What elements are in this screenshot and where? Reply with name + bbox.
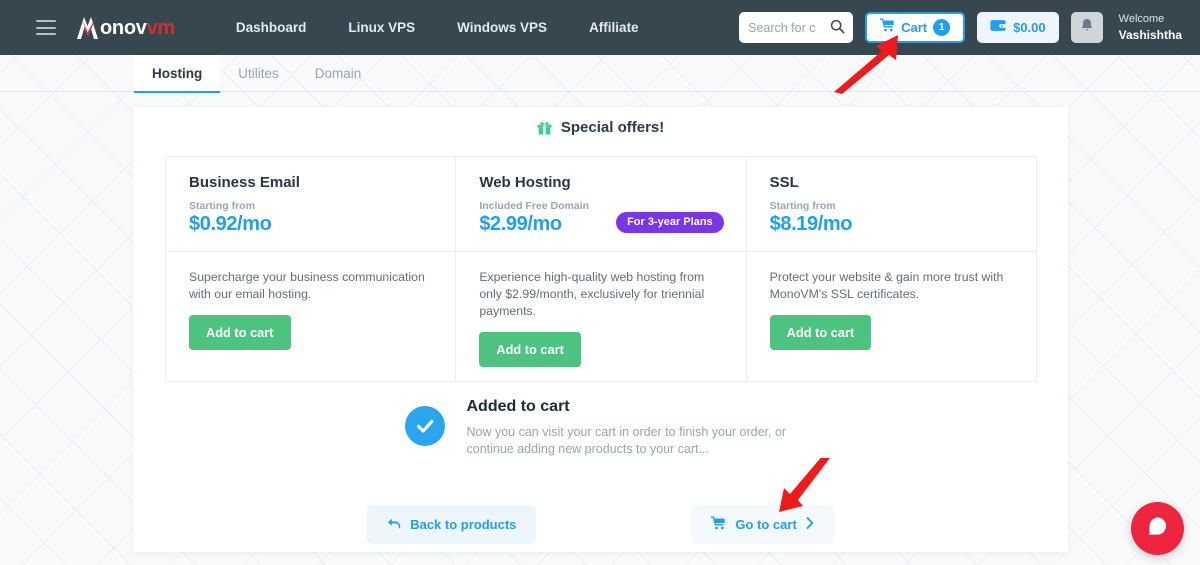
welcome-greeting: Welcome (1118, 13, 1165, 25)
added-to-cart-description: Now you can visit your cart in order to … (466, 425, 787, 456)
go-to-cart-button[interactable]: Go to cart (691, 505, 834, 544)
wallet-balance-button[interactable]: $0.00 (977, 12, 1059, 43)
check-circle-icon (404, 406, 445, 446)
special-offers-title: Special offers! (560, 119, 665, 136)
gift-icon (537, 122, 556, 139)
nav-item-dashboard[interactable]: Dashboard (215, 0, 328, 55)
user-welcome[interactable]: Welcome Vashishtha (1119, 13, 1182, 42)
product-cards-row: Business Email Starting from $0.92/mo Su… (165, 156, 1037, 382)
shopping-cart-icon (710, 516, 726, 533)
main-content-panel: Special offers! Business Email Starting … (133, 107, 1068, 552)
cart-label: Cart (901, 20, 928, 35)
product-card-web-hosting: Web Hosting Included Free Domain $2.99/m… (456, 157, 747, 381)
back-to-products-label: Back to products (410, 517, 517, 532)
tab-hosting[interactable]: Hosting (134, 55, 221, 93)
notifications-button[interactable] (1070, 12, 1103, 43)
product-description: Protect your website & gain more trust w… (769, 270, 1004, 301)
chat-bubble-icon (1147, 516, 1168, 542)
product-card-business-email: Business Email Starting from $0.92/mo Su… (166, 157, 457, 381)
monovm-logo[interactable]: onovvm (74, 13, 175, 43)
add-to-cart-button-web-hosting[interactable]: Add to cart (479, 332, 581, 367)
shopping-cart-icon (879, 18, 895, 37)
wallet-amount: $0.00 (1013, 20, 1046, 35)
product-card-header: Business Email Starting from $0.92/mo (166, 157, 456, 252)
tab-domain[interactable]: Domain (297, 55, 380, 92)
product-sublabel: Starting from (769, 200, 836, 212)
bell-icon (1080, 18, 1094, 38)
monovm-logo-text: onovvm (100, 15, 175, 41)
product-card-body: Protect your website & gain more trust w… (747, 252, 1036, 350)
cart-button[interactable]: Cart 1 (865, 12, 966, 43)
back-to-products-button[interactable]: Back to products (367, 505, 537, 544)
top-header: onovvm Dashboard Linux VPS Windows VPS A… (0, 0, 1200, 55)
product-price: $0.92/mo (189, 213, 272, 235)
product-sublabel: Included Free Domain (479, 200, 590, 212)
product-plan-badge: For 3-year Plans (616, 212, 724, 233)
product-card-body: Supercharge your business communication … (166, 252, 455, 350)
nav-item-affiliate[interactable]: Affiliate (568, 0, 660, 55)
add-to-cart-button-ssl[interactable]: Add to cart (769, 315, 872, 350)
product-description: Experience high-quality web hosting from… (479, 270, 705, 318)
product-description: Supercharge your business communication … (189, 270, 425, 301)
monovm-logo-icon (74, 14, 101, 41)
product-title: Business Email (189, 174, 300, 191)
chat-widget-button[interactable] (1131, 502, 1184, 555)
product-card-header: SSL Starting from $8.19/mo (746, 157, 1036, 252)
category-tabbar: Hosting Utilites Domain (0, 55, 1200, 93)
added-to-cart-title: Added to cart (466, 398, 570, 415)
hamburger-menu-icon[interactable] (36, 20, 56, 35)
product-card-body: Experience high-quality web hosting from… (456, 252, 745, 367)
main-navigation: Dashboard Linux VPS Windows VPS Affiliat… (215, 0, 660, 55)
product-title: Web Hosting (479, 174, 571, 191)
product-card-ssl: SSL Starting from $8.19/mo Protect your … (746, 157, 1036, 381)
product-price: $8.19/mo (769, 213, 853, 235)
tab-utilites[interactable]: Utilites (220, 55, 297, 92)
nav-item-windows-vps[interactable]: Windows VPS (436, 0, 568, 55)
added-to-cart-section: Added to cart Now you can visit your car… (133, 398, 1068, 458)
search-icon[interactable] (830, 19, 845, 39)
product-card-header: Web Hosting Included Free Domain $2.99/m… (456, 157, 746, 252)
wallet-icon (990, 19, 1007, 37)
special-offers-heading: Special offers! (133, 107, 1068, 139)
search-input[interactable] (748, 20, 827, 35)
product-sublabel: Starting from (189, 200, 255, 212)
product-title: SSL (769, 174, 799, 191)
nav-item-linux-vps[interactable]: Linux VPS (327, 0, 436, 55)
go-to-cart-label: Go to cart (735, 517, 797, 532)
cart-count-badge: 1 (933, 19, 951, 36)
search-box[interactable] (739, 12, 854, 43)
logo-text-red: vm (146, 16, 176, 39)
arrow-back-icon (387, 517, 401, 533)
header-right-group: Cart 1 $0.00 Welcome Vas (739, 12, 1192, 43)
welcome-username: Vashishtha (1118, 28, 1182, 42)
chevron-right-icon (806, 517, 814, 532)
add-to-cart-button-business-email[interactable]: Add to cart (189, 315, 291, 350)
logo-text-white: onov (100, 16, 147, 39)
action-buttons-row: Back to products Go to cart (133, 505, 1068, 544)
